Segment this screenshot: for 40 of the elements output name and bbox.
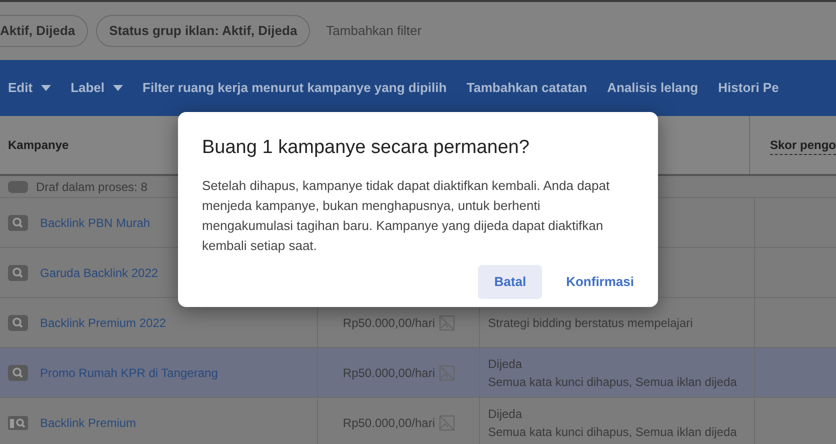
dialog-button[interactable]: Konfirmasi bbox=[550, 265, 650, 299]
campaign-link[interactable]: Promo Rumah KPR di Tangerang bbox=[40, 364, 218, 382]
search-icon bbox=[8, 214, 28, 230]
status-text: Strategi bidding berstatus mempelajari bbox=[488, 316, 694, 330]
budget-text: Rp50.000,00/hari bbox=[342, 314, 435, 332]
budget-text: Rp50.000,00/hari bbox=[342, 414, 435, 432]
caret-icon bbox=[112, 85, 123, 91]
add-filter-button[interactable]: Tambahkan filter bbox=[318, 21, 430, 41]
toolbar-button[interactable]: Edit bbox=[8, 78, 51, 98]
budget-text: Rp50.000,00/hari bbox=[342, 364, 435, 382]
broken-image-icon bbox=[439, 364, 455, 380]
toolbar-button[interactable]: Histori Pe bbox=[718, 78, 779, 98]
filter-chip[interactable]: Aktif, Dijeda bbox=[0, 15, 88, 47]
dialog-title: Buang 1 kampanye secara permanen? bbox=[202, 136, 530, 160]
table-row[interactable]: Promo Rumah KPR di Tangerang Rp50.000,00/hari Dijeda Semua kata kunci dihapus, Semua iklan dijeda bbox=[0, 348, 836, 398]
caret-icon bbox=[40, 85, 51, 91]
status-text: Semua kata kunci dihapus, Semua iklan dijeda bbox=[488, 424, 738, 438]
campaign-link[interactable]: Garuda Backlink 2022 bbox=[40, 264, 158, 282]
display-search-icon bbox=[8, 414, 28, 430]
campaign-link[interactable]: Backlink PBN Murah bbox=[40, 214, 150, 232]
table-row[interactable]: Backlink Premium 2022 Rp50.000,00/hari Strategi bidding berstatus mempelajari bbox=[0, 298, 836, 348]
status-text: Dijeda bbox=[488, 406, 524, 420]
toolbar-button[interactable]: Tambahkan catatan bbox=[466, 78, 588, 98]
search-icon bbox=[8, 314, 28, 330]
draft-note[interactable]: Draf dalam proses: 8 bbox=[36, 178, 148, 196]
campaign-link[interactable]: Backlink Premium bbox=[40, 414, 136, 432]
column-header[interactable]: Skor pengo bbox=[770, 136, 836, 154]
campaign-link[interactable]: Backlink Premium 2022 bbox=[40, 314, 166, 332]
toolbar-button[interactable]: Filter ruang kerja menurut kampanye yang dipilih bbox=[142, 78, 447, 98]
status-text: Dijeda bbox=[488, 356, 524, 370]
search-icon bbox=[8, 264, 28, 280]
toolbar-button[interactable]: Label bbox=[70, 78, 123, 98]
dialog-button[interactable]: Batal bbox=[478, 265, 542, 299]
filter-chip[interactable]: Status grup iklan: Aktif, Dijeda bbox=[96, 15, 310, 47]
search-icon bbox=[8, 364, 28, 380]
toolbar-button[interactable]: Analisis lelang bbox=[607, 78, 698, 98]
broken-image-icon bbox=[439, 314, 455, 330]
status-text: Semua kata kunci dihapus, Semua iklan dijeda bbox=[488, 374, 738, 388]
column-header[interactable]: Kampanye bbox=[8, 136, 69, 154]
draft-icon bbox=[8, 180, 28, 192]
